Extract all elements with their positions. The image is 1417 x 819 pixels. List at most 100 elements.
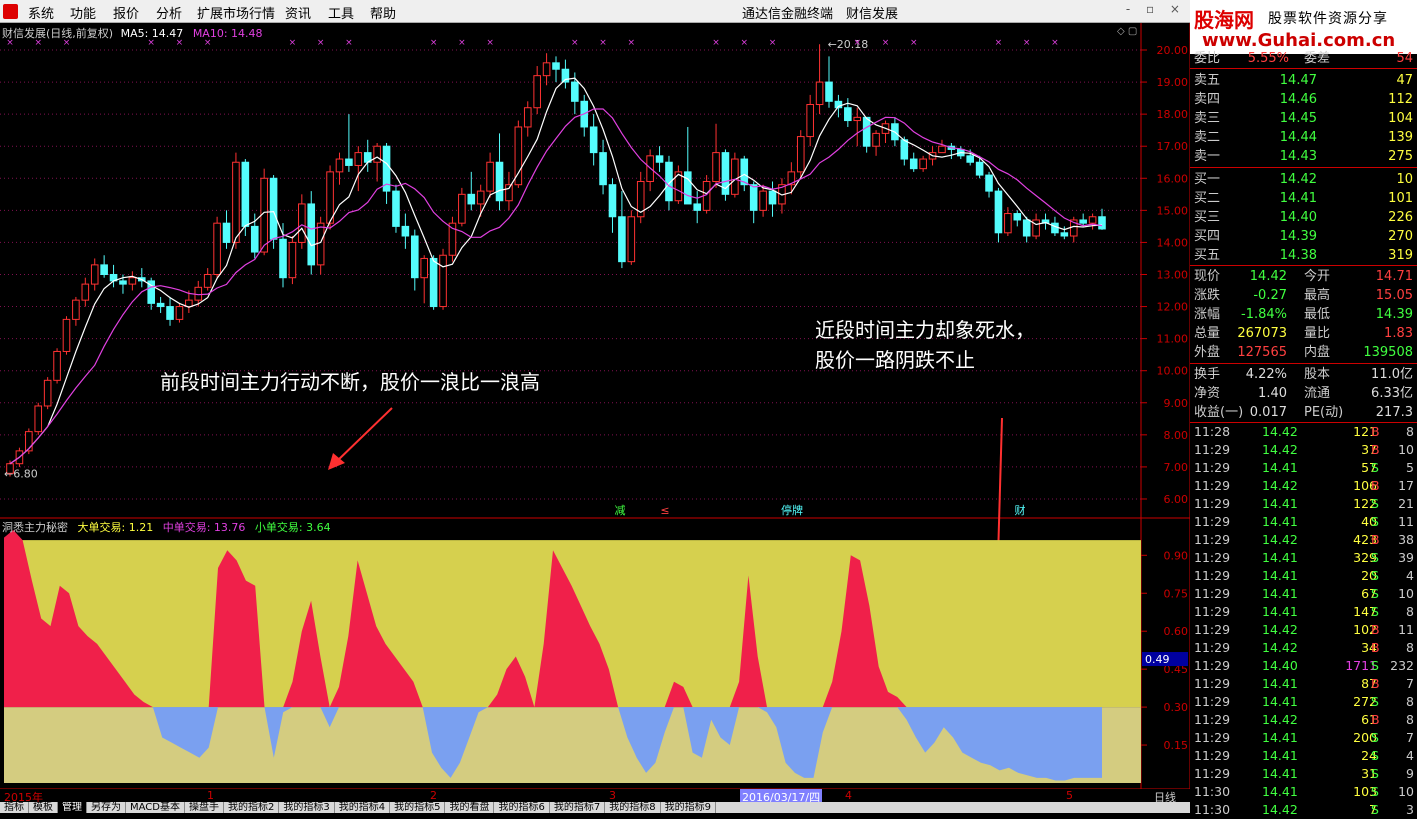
tab-10[interactable]: 我的看盘 [445, 802, 495, 813]
window-controls[interactable]: - ▫ × [1126, 2, 1186, 16]
tick-time: 11:29 [1194, 694, 1231, 709]
tick-time: 11:29 [1194, 640, 1231, 655]
tick-price: 14.41 [1262, 550, 1298, 565]
candle-body [298, 203, 306, 243]
bid-price: 14.40 [1279, 210, 1317, 225]
app-logo-icon[interactable] [3, 4, 18, 19]
menu-tools[interactable]: 工具 [328, 3, 354, 22]
stat-label: 涨跌 [1194, 288, 1221, 303]
stat2-row: 收益(一) 0.017 PE(动) 217.3 [1190, 403, 1417, 422]
tick-side: S [1371, 802, 1379, 817]
tick-row: 11:29 14.40 1711 S 232 [1190, 657, 1417, 675]
menu-quote[interactable]: 报价 [113, 3, 139, 22]
ask-label: 卖三 [1194, 111, 1221, 126]
tab-0[interactable]: 指标 [0, 802, 29, 813]
tab-5[interactable]: 操盘手 [185, 802, 224, 813]
tab-1[interactable]: 模板 [29, 802, 58, 813]
candle-body [815, 81, 824, 106]
tick-side: S [1371, 694, 1379, 709]
tab-2[interactable]: 管理 [58, 802, 87, 813]
tick-side: B [1371, 676, 1380, 691]
tick-row: 11:29 14.41 87 B 7 [1190, 675, 1417, 693]
candle-body [486, 161, 494, 192]
tab-13[interactable]: 我的指标8 [605, 802, 661, 813]
stat-value: -1.84% [1241, 307, 1287, 322]
candle-body [81, 283, 90, 301]
stat-value: 14.42 [1249, 269, 1287, 284]
tick-row: 11:29 14.42 61 B 8 [1190, 711, 1417, 729]
tick-price: 14.41 [1262, 676, 1298, 691]
tick-price: 14.41 [1262, 784, 1298, 799]
candle-body [712, 152, 720, 182]
weibi-label: 委比 [1194, 51, 1221, 66]
tab-7[interactable]: 我的指标3 [279, 802, 335, 813]
bid-volume: 270 [1388, 229, 1413, 244]
chart-info: 财信发展(日线,前复权) MA5: 14.47 MA10: 14.48 [2, 25, 263, 41]
indicator-info: 洞悉主力秘密 大单交易: 1.21 中单交易: 13.76 小单交易: 3.64 [2, 519, 331, 535]
bid-volume: 319 [1388, 248, 1413, 263]
candle-body [533, 75, 541, 109]
stat-label2: 最低 [1304, 307, 1331, 322]
tab-9[interactable]: 我的指标5 [390, 802, 446, 813]
separator [1190, 265, 1417, 266]
date-m2: 2 [430, 789, 437, 802]
menu-news[interactable]: 资讯 [285, 3, 311, 22]
marker-x: × [882, 38, 890, 48]
tick-price: 14.40 [1262, 658, 1298, 673]
stat-value2: 14.39 [1375, 307, 1413, 322]
stat2-label2: 流通 [1304, 386, 1331, 401]
ask-label: 卖五 [1194, 73, 1221, 88]
price-tick-label: 16.00 [1157, 172, 1189, 185]
tab-6[interactable]: 我的指标2 [224, 802, 280, 813]
bid-label: 买一 [1194, 172, 1221, 187]
annotation-right-2: 股价一路阴跌不止 [815, 348, 975, 372]
stat-value2: 15.05 [1375, 288, 1413, 303]
tick-time: 11:29 [1194, 460, 1231, 475]
tick-count: 10 [1398, 784, 1414, 799]
tick-price: 14.42 [1262, 442, 1298, 457]
stat2-value2: 217.3 [1375, 405, 1413, 420]
stat-label2: 量比 [1304, 326, 1331, 341]
menu-extended-market[interactable]: 扩展市场行情 [197, 3, 275, 22]
indicator-tabs: 指标 模板 管理 另存为 MACD基本 操盘手 我的指标2 我的指标3 我的指标4 我的指标5 我的… [0, 802, 1190, 813]
tick-count: 17 [1398, 478, 1414, 493]
tick-price: 14.41 [1262, 748, 1298, 763]
bid-label: 买二 [1194, 191, 1221, 206]
ask-price: 14.44 [1279, 130, 1317, 145]
tab-14[interactable]: 我的指标9 [661, 802, 716, 813]
tick-price: 14.41 [1262, 496, 1298, 511]
tick-time: 11:29 [1194, 496, 1231, 511]
tab-8[interactable]: 我的指标4 [335, 802, 391, 813]
tick-side: B [1371, 712, 1380, 727]
marker-x: × [430, 38, 438, 48]
ask-volume: 139 [1388, 130, 1413, 145]
tab-4[interactable]: MACD基本 [126, 802, 185, 813]
menu-function[interactable]: 功能 [70, 3, 96, 22]
stat-value: 127565 [1237, 345, 1287, 360]
tick-side: B [1371, 424, 1380, 439]
chart-toggles[interactable]: ◇ ▢ [1117, 26, 1137, 37]
candle-body [919, 158, 927, 170]
candle-body [495, 161, 504, 202]
tick-side: S [1371, 604, 1379, 619]
tick-price: 14.42 [1262, 622, 1298, 637]
stat-value: 267073 [1237, 326, 1287, 341]
tab-12[interactable]: 我的指标7 [550, 802, 606, 813]
stat-value2: 14.71 [1375, 269, 1413, 284]
tab-3[interactable]: 另存为 [87, 802, 126, 813]
chart-canvas[interactable]: 20.00 19.00 18.00 17.00 16.00 15.00 14.00 13.00… [0, 23, 1190, 789]
candle-body [128, 277, 137, 285]
price-tick-label: 8.00 [1164, 429, 1189, 442]
ma5-label: MA5: 14.47 [120, 27, 184, 40]
bid-row: 买四 14.39 270 [1190, 227, 1417, 246]
candle-body [458, 193, 466, 224]
candle-body [62, 318, 71, 352]
weicha-value: 54 [1396, 51, 1413, 66]
menu-analysis[interactable]: 分析 [156, 3, 182, 22]
tab-11[interactable]: 我的指标6 [494, 802, 550, 813]
candle-body [599, 152, 607, 186]
menu-help[interactable]: 帮助 [370, 3, 396, 22]
menu-system[interactable]: 系统 [28, 3, 54, 22]
tick-row: 11:29 14.42 102 B 11 [1190, 621, 1417, 639]
tick-side: B [1371, 532, 1380, 547]
